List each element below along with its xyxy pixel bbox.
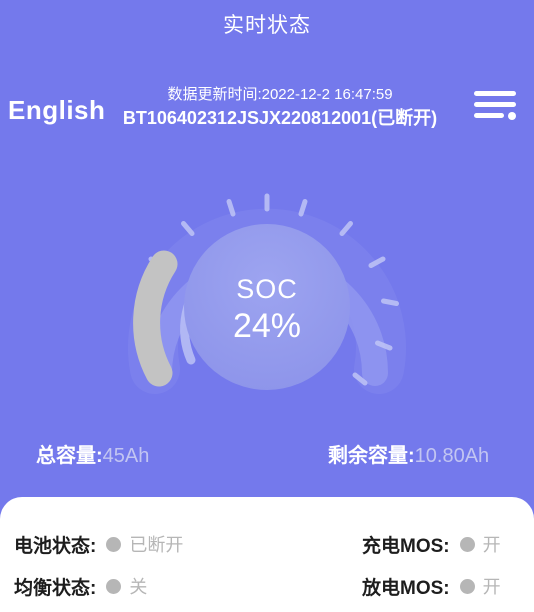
status-value: 关 bbox=[129, 577, 148, 597]
gauge-inner-disc bbox=[184, 224, 350, 390]
device-id-text: BT106402312JSJX220812001(已断开) bbox=[122, 108, 438, 128]
status-dot-icon bbox=[459, 536, 475, 552]
menu-bar-3 bbox=[474, 113, 504, 118]
menu-bar-1 bbox=[474, 91, 516, 96]
status-panel: 电池状态: 已断开 充电MOS: 开 均衡状态: 关 放电MOS: 开 bbox=[0, 497, 534, 612]
realtime-status-screen: 实时状态 English 数据更新时间:2022-12-2 16:47:59 B… bbox=[0, 0, 534, 612]
status-label: 电池状态: bbox=[14, 535, 97, 557]
status-item-charge-mos: 充电MOS: 开 bbox=[362, 523, 501, 565]
status-item-battery: 电池状态: 已断开 bbox=[14, 523, 183, 565]
status-value: 开 bbox=[482, 577, 501, 597]
soc-gauge-svg bbox=[128, 193, 406, 394]
status-value: 已断开 bbox=[129, 535, 184, 555]
status-value: 开 bbox=[482, 535, 501, 555]
status-row: 电池状态: 已断开 充电MOS: 开 bbox=[0, 523, 534, 565]
update-time-text: 数据更新时间:2022-12-2 16:47:59 bbox=[167, 86, 393, 103]
menu-dot bbox=[508, 112, 516, 120]
total-capacity: 总容量:45Ah bbox=[36, 442, 149, 470]
total-capacity-value: 45Ah bbox=[102, 445, 150, 467]
status-dot-icon bbox=[106, 536, 122, 552]
menu-bar-2 bbox=[474, 102, 516, 107]
language-toggle-button[interactable]: English bbox=[8, 93, 105, 127]
status-item-discharge-mos: 放电MOS: 开 bbox=[362, 565, 501, 607]
remaining-capacity-label: 剩余容量: bbox=[328, 445, 415, 467]
status-dot-icon bbox=[106, 578, 122, 594]
status-label: 充电MOS: bbox=[362, 535, 450, 557]
capacity-row: 总容量:45Ah 剩余容量:10.80Ah bbox=[0, 442, 534, 472]
status-row: 均衡状态: 关 放电MOS: 开 bbox=[0, 565, 534, 607]
status-grid: 电池状态: 已断开 充电MOS: 开 均衡状态: 关 放电MOS: 开 bbox=[0, 523, 534, 607]
remaining-capacity: 剩余容量:10.80Ah bbox=[328, 442, 489, 470]
status-label: 放电MOS: bbox=[362, 577, 450, 599]
status-item-balance: 均衡状态: 关 bbox=[14, 565, 147, 607]
remaining-capacity-value: 10.80Ah bbox=[414, 445, 490, 467]
status-dot-icon bbox=[459, 578, 475, 594]
device-meta-block: 数据更新时间:2022-12-2 16:47:59 BT106402312JSJ… bbox=[110, 84, 450, 130]
status-label: 均衡状态: bbox=[14, 577, 97, 599]
page-title: 实时状态 bbox=[223, 14, 311, 37]
total-capacity-label: 总容量: bbox=[36, 445, 103, 467]
hamburger-menu-icon[interactable] bbox=[474, 89, 516, 123]
soc-gauge: SOC 24% bbox=[107, 155, 427, 435]
